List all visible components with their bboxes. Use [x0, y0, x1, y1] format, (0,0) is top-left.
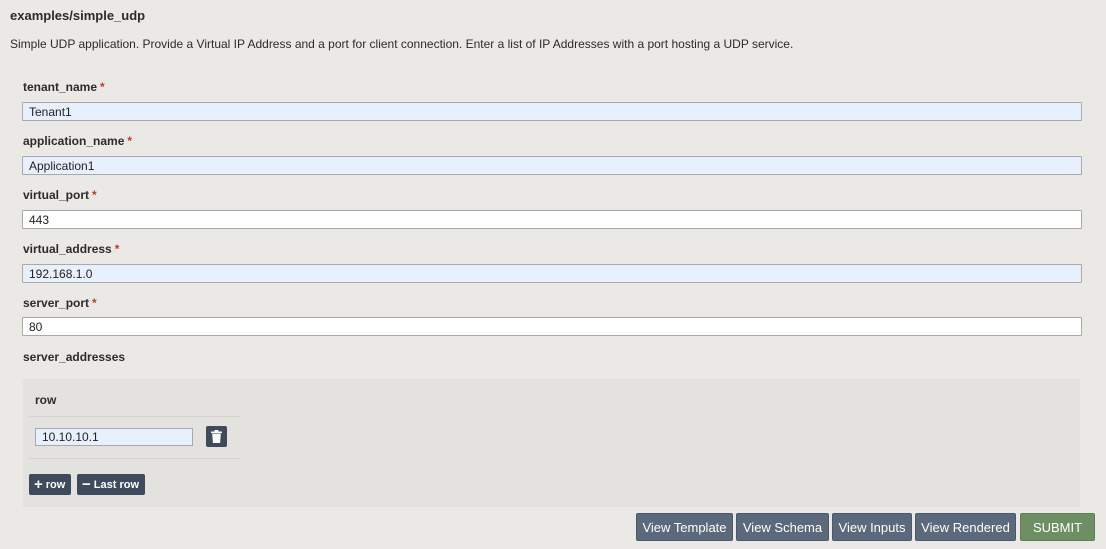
- remove-last-row-label: Last row: [93, 478, 139, 491]
- tenant-name-input[interactable]: [22, 102, 1082, 121]
- virtual-port-label: virtual_port *: [23, 188, 97, 202]
- trash-icon: [211, 430, 222, 443]
- required-mark: *: [114, 242, 120, 256]
- required-mark: *: [92, 188, 97, 202]
- add-row-label: row: [45, 478, 66, 491]
- required-mark: *: [127, 134, 133, 148]
- page-title: examples/simple_udp: [10, 8, 146, 23]
- application-name-label-text: application_name: [23, 134, 125, 148]
- server-addresses-array: row + row − Last row: [23, 379, 1080, 507]
- server-addresses-label: server_addresses: [23, 350, 126, 364]
- application-name-label: application_name *: [23, 134, 132, 148]
- minus-icon: −: [82, 476, 91, 493]
- add-row-button[interactable]: + row: [29, 474, 72, 495]
- required-mark: *: [92, 296, 97, 310]
- virtual-port-input[interactable]: [22, 210, 1082, 229]
- application-name-input[interactable]: [22, 156, 1082, 175]
- view-inputs-button[interactable]: View Inputs: [832, 513, 912, 541]
- required-mark: *: [100, 80, 105, 94]
- tenant-name-label-text: tenant_name: [23, 80, 98, 94]
- virtual-port-label-text: virtual_port: [23, 188, 90, 202]
- app-root: examples/simple_udp Simple UDP applicati…: [0, 0, 1106, 549]
- view-rendered-button[interactable]: View Rendered: [915, 513, 1016, 541]
- plus-icon: +: [34, 476, 43, 493]
- view-template-button[interactable]: View Template: [636, 513, 733, 541]
- tenant-name-label: tenant_name *: [23, 80, 105, 94]
- server-address-row-input[interactable]: [35, 428, 193, 446]
- row-column-header: row: [35, 393, 57, 407]
- virtual-address-input[interactable]: [22, 264, 1082, 283]
- server-port-label: server_port *: [23, 296, 97, 310]
- remove-last-row-button[interactable]: − Last row: [77, 474, 145, 495]
- submit-button[interactable]: SUBMIT: [1020, 513, 1095, 541]
- virtual-address-label-text: virtual_address: [23, 242, 112, 256]
- delete-row-button[interactable]: [206, 426, 227, 447]
- server-port-input[interactable]: [22, 317, 1082, 336]
- virtual-address-label: virtual_address *: [23, 242, 119, 256]
- page-description: Simple UDP application. Provide a Virtua…: [10, 37, 794, 51]
- row-divider: [29, 416, 240, 417]
- row-divider: [29, 458, 240, 459]
- view-schema-button[interactable]: View Schema: [736, 513, 829, 541]
- server-port-label-text: server_port: [23, 296, 90, 310]
